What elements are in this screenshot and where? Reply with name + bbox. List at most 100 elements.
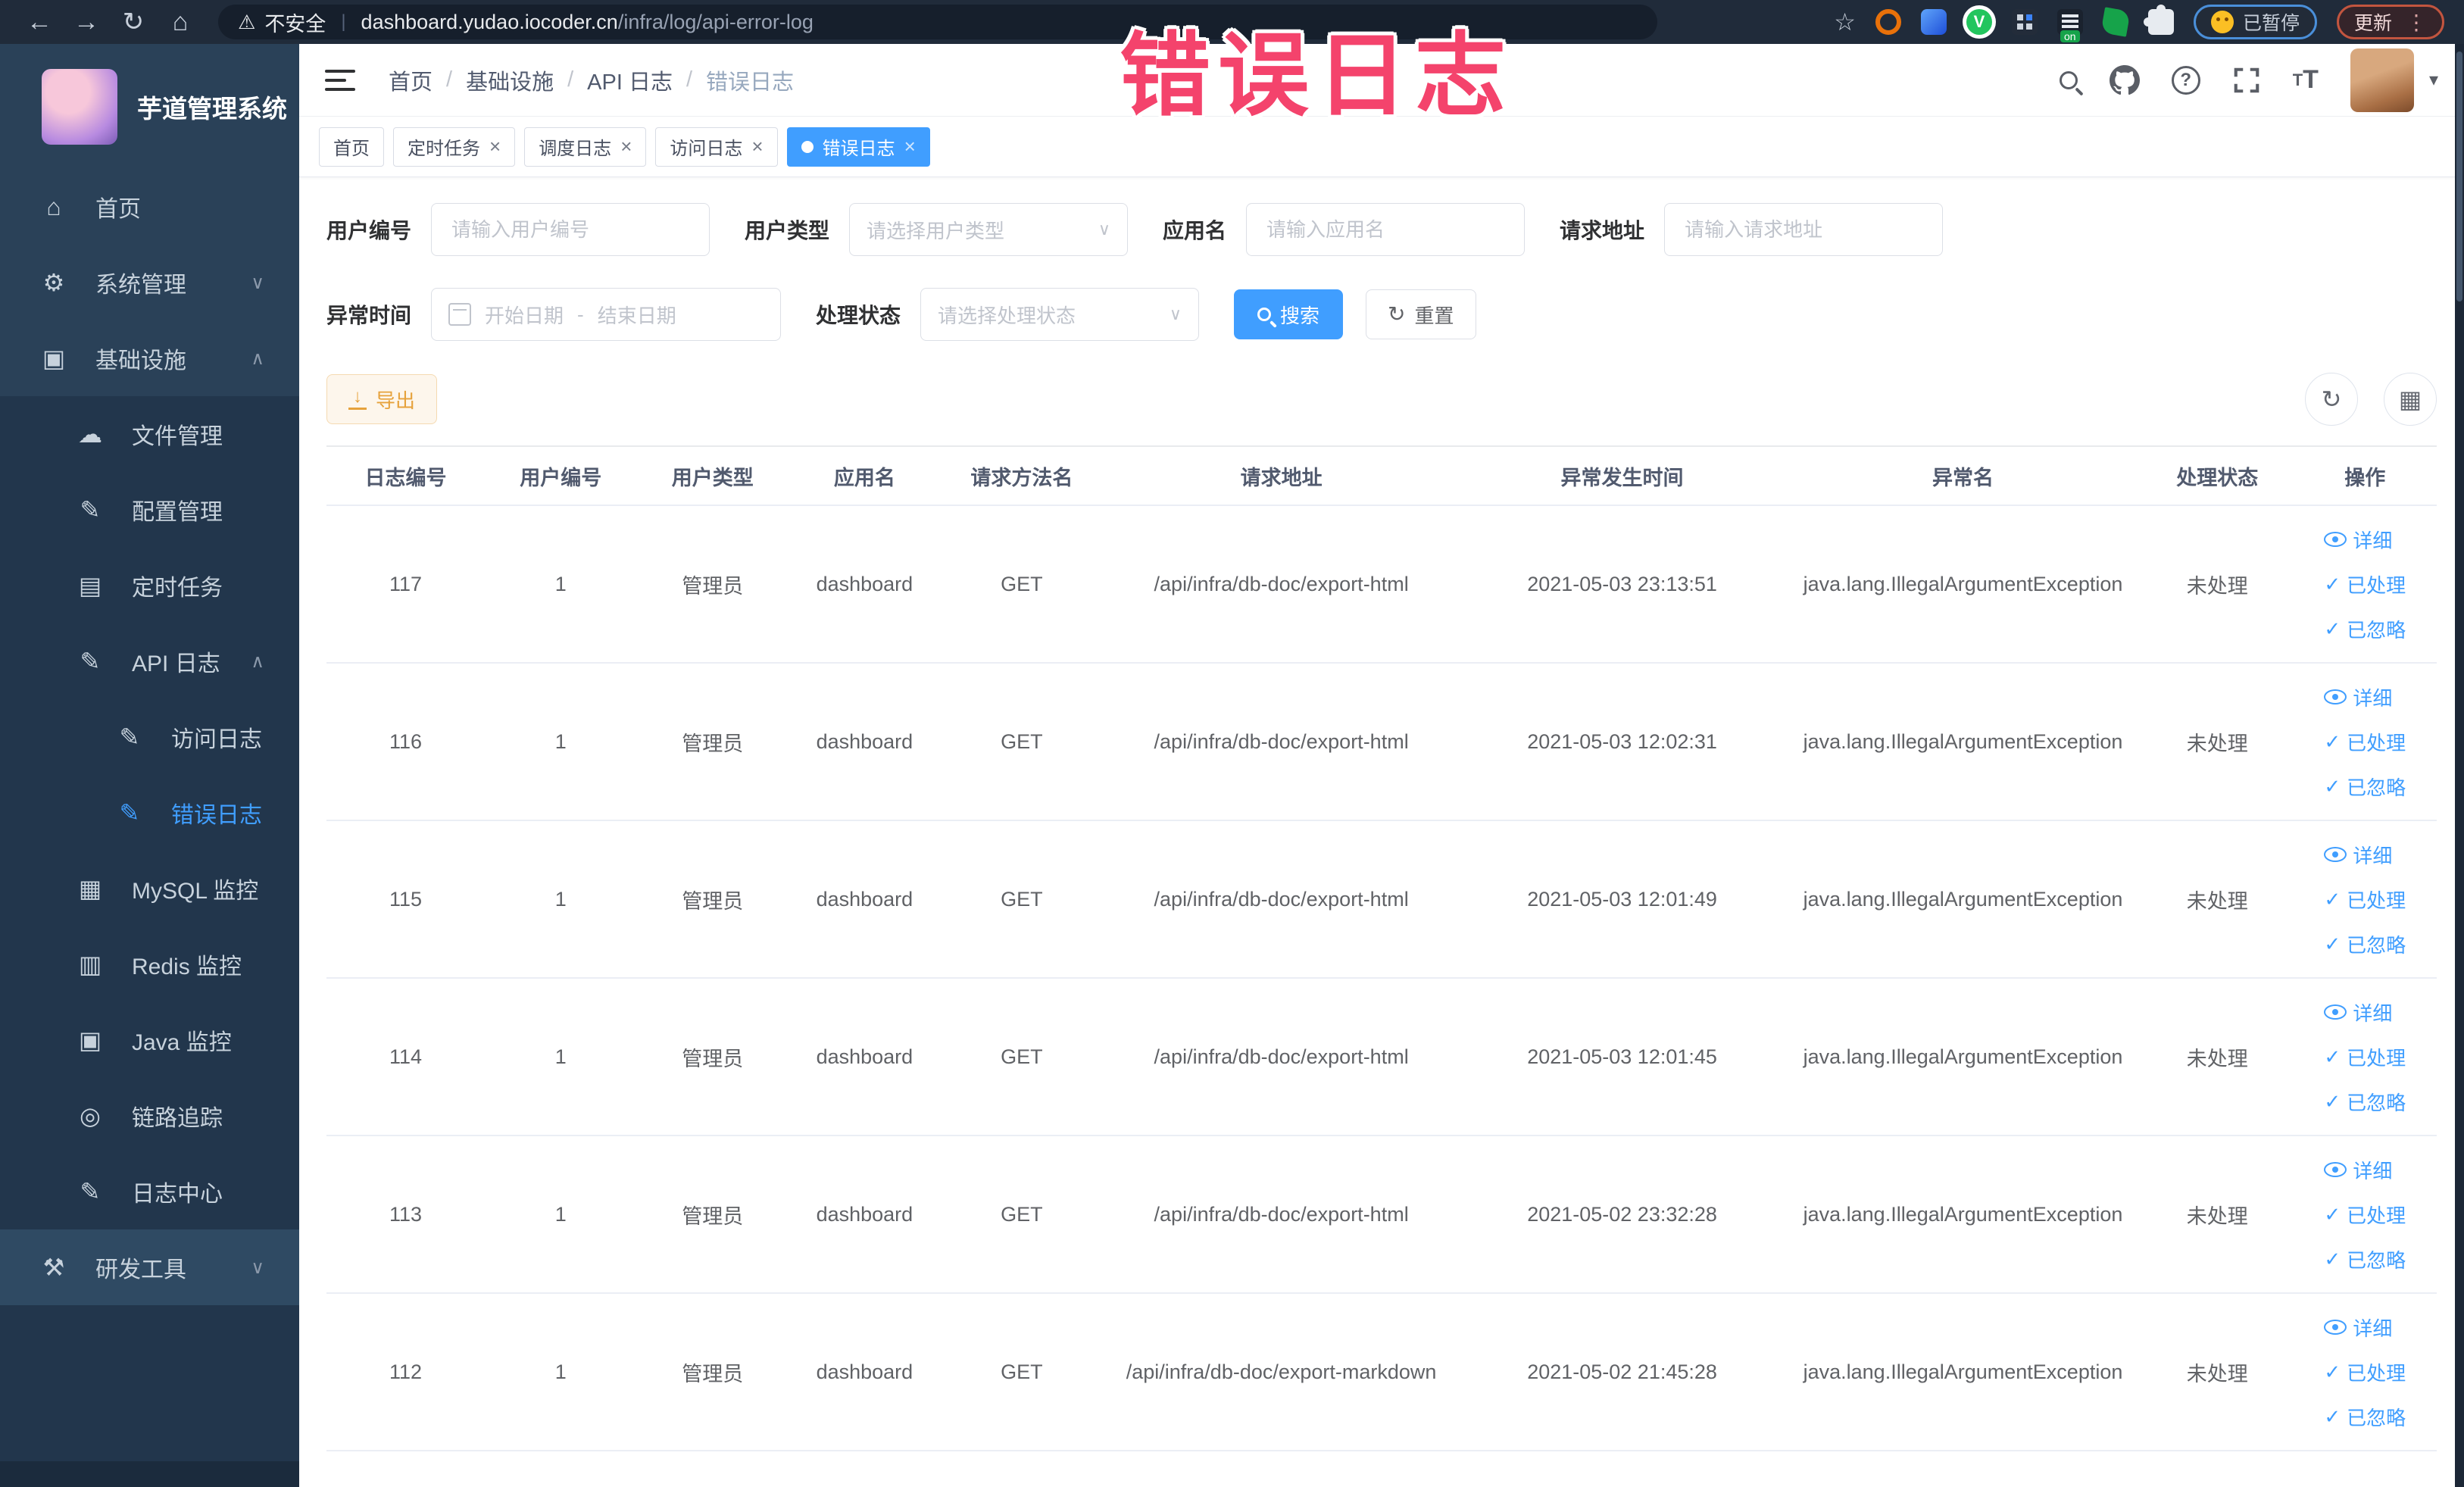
tab-label: 首页 <box>333 139 370 159</box>
close-icon[interactable]: × <box>489 135 501 158</box>
extensions-puzzle-icon[interactable] <box>2147 5 2174 35</box>
profile-paused-chip[interactable]: 已暂停 <box>2193 5 2317 39</box>
action-已处理[interactable]: ✓ 已处理 <box>2324 1358 2406 1386</box>
extension-orange-icon[interactable] <box>1875 9 1901 35</box>
browser-update-button[interactable]: 更新 ⋮ <box>2336 5 2444 39</box>
sidebar-item-error-log[interactable]: ✎ 错误日志 <box>0 775 299 851</box>
action-已忽略[interactable]: ✓ 已忽略 <box>2324 615 2406 643</box>
browser-menu-icon[interactable]: ⋮ <box>2406 10 2427 35</box>
request-url-input[interactable] <box>1664 203 1944 256</box>
sidebar-item-java[interactable]: ▣ Java 监控 <box>0 1002 299 1078</box>
extension-vue-icon[interactable]: V <box>1966 9 1992 35</box>
sidebar-item-mysql[interactable]: ▦ MySQL 监控 <box>0 851 299 926</box>
check-icon: ✓ <box>2324 1045 2341 1068</box>
action-已处理[interactable]: ✓ 已处理 <box>2324 728 2406 756</box>
action-已处理[interactable]: ✓ 已处理 <box>2324 1043 2406 1071</box>
eye-icon <box>2324 1162 2347 1177</box>
action-已忽略[interactable]: ✓ 已忽略 <box>2324 1088 2406 1116</box>
search-button[interactable]: 搜索 <box>1234 289 1344 339</box>
action-label: 详细 <box>2353 1001 2393 1025</box>
security-warning-icon[interactable]: ⚠ <box>238 11 255 34</box>
error-log-icon: ✎ <box>119 799 140 826</box>
address-bar[interactable]: ⚠ 不安全 | dashboard.yudao.iocoder.cn /infr… <box>218 5 1657 39</box>
close-icon[interactable]: × <box>751 135 763 158</box>
action-已忽略[interactable]: ✓ 已忽略 <box>2324 773 2406 801</box>
chevron-down-icon: ∨ <box>1169 305 1182 323</box>
export-button[interactable]: ↓ 导出 <box>326 374 438 424</box>
sidebar-item-redis[interactable]: ▥ Redis 监控 <box>0 926 299 1002</box>
exception-time-range-picker[interactable]: 开始日期 - 结束日期 <box>431 288 782 341</box>
tab-定时任务[interactable]: 定时任务 × <box>393 127 516 167</box>
check-icon: ✓ <box>2324 1248 2341 1270</box>
user-type-select[interactable]: 请选择用户类型 ∨ <box>849 203 1129 256</box>
user-avatar[interactable] <box>2350 48 2414 112</box>
action-详细[interactable]: 详细 <box>2324 998 2392 1026</box>
fullscreen-icon[interactable] <box>2232 62 2261 98</box>
app-name-input[interactable] <box>1246 203 1526 256</box>
sidebar-item-infra[interactable]: ▣ 基础设施 ∧ <box>0 320 299 396</box>
sidebar-item-api-log[interactable]: ✎ API 日志 ∧ <box>0 623 299 699</box>
sidebar-item-config[interactable]: ✎ 配置管理 <box>0 472 299 548</box>
browser-forward-icon[interactable]: → <box>67 5 106 39</box>
tab-错误日志[interactable]: 错误日志 × <box>786 127 930 167</box>
sidebar-logo-row[interactable]: 芋道管理系统 <box>0 44 299 169</box>
github-icon[interactable] <box>2109 62 2140 98</box>
action-label: 已忽略 <box>2347 1406 2406 1429</box>
action-已忽略[interactable]: ✓ 已忽略 <box>2324 1403 2406 1431</box>
bookmark-star-icon[interactable]: ☆ <box>1834 8 1856 36</box>
action-label: 已处理 <box>2347 573 2406 597</box>
extension-shield-icon[interactable] <box>1920 9 1947 35</box>
table-row: 115 1 管理员 dashboard GET/api/infra/db-doc/exp… <box>326 820 2437 979</box>
tab-首页[interactable]: 首页 <box>319 127 384 167</box>
browser-back-icon[interactable]: ← <box>20 5 59 39</box>
user-id-input[interactable] <box>431 203 710 256</box>
sidebar-item-log-center[interactable]: ✎ 日志中心 <box>0 1154 299 1229</box>
sidebar-item-job[interactable]: ▤ 定时任务 <box>0 548 299 623</box>
action-已处理[interactable]: ✓ 已处理 <box>2324 886 2406 914</box>
breadcrumb: 首页 / 基础设施 / API 日志 / 错误日志 <box>389 64 794 96</box>
hamburger-icon[interactable] <box>325 69 355 91</box>
chevron-down-icon[interactable]: ▾ <box>2429 69 2438 91</box>
sidebar-item-home[interactable]: ⌂ 首页 <box>0 169 299 245</box>
cell-log-id: 117 <box>326 505 485 664</box>
sidebar-item-file[interactable]: ☁ 文件管理 <box>0 396 299 472</box>
action-label: 已处理 <box>2347 1046 2406 1070</box>
breadcrumb-home[interactable]: 首页 <box>389 64 433 96</box>
breadcrumb-api-log[interactable]: API 日志 <box>587 64 673 96</box>
sidebar-item-access-log[interactable]: ✎ 访问日志 <box>0 699 299 775</box>
page-scrollbar[interactable] <box>2455 44 2464 1487</box>
sidebar-item-dev-tools[interactable]: ⚒ 研发工具 ∨ <box>0 1229 299 1305</box>
browser-toolbar: ← → ↻ ⌂ ⚠ 不安全 | dashboard.yudao.iocoder.… <box>0 0 2464 44</box>
action-已忽略[interactable]: ✓ 已忽略 <box>2324 1245 2406 1273</box>
app-logo <box>42 68 117 145</box>
tab-访问日志[interactable]: 访问日志 × <box>655 127 778 167</box>
action-详细[interactable]: 详细 <box>2324 526 2392 554</box>
process-status-select[interactable]: 请选择处理状态 ∨ <box>920 288 1200 341</box>
search-icon[interactable] <box>2059 62 2078 98</box>
help-icon[interactable]: ? <box>2171 65 2200 95</box>
font-size-icon[interactable]: TT <box>2293 62 2319 98</box>
extension-grid-icon[interactable] <box>2011 9 2038 35</box>
sidebar-item-system[interactable]: ⚙ 系统管理 ∨ <box>0 245 299 320</box>
tab-调度日志[interactable]: 调度日志 × <box>524 127 647 167</box>
action-详细[interactable]: 详细 <box>2324 683 2392 711</box>
sidebar-item-trace[interactable]: ◎ 链路追踪 <box>0 1078 299 1154</box>
close-icon[interactable]: × <box>904 135 916 158</box>
action-已处理[interactable]: ✓ 已处理 <box>2324 570 2406 598</box>
action-已处理[interactable]: ✓ 已处理 <box>2324 1201 2406 1229</box>
action-详细[interactable]: 详细 <box>2324 1314 2392 1342</box>
tab-label: 错误日志 <box>822 139 895 159</box>
breadcrumb-infra[interactable]: 基础设施 <box>466 64 554 96</box>
refresh-table-button[interactable]: ↻ <box>2305 373 2358 426</box>
column-settings-button[interactable]: ▦ <box>2384 373 2437 426</box>
sidebar-item-label: 文件管理 <box>132 424 223 449</box>
reset-button[interactable]: ↻ 重置 <box>1366 289 1476 339</box>
action-详细[interactable]: 详细 <box>2324 841 2392 869</box>
browser-reload-icon[interactable]: ↻ <box>114 5 153 39</box>
extension-switch-on-icon[interactable] <box>2056 9 2083 42</box>
action-详细[interactable]: 详细 <box>2324 1156 2392 1184</box>
extension-leaf-icon[interactable] <box>2100 7 2131 37</box>
action-已忽略[interactable]: ✓ 已忽略 <box>2324 930 2406 958</box>
close-icon[interactable]: × <box>620 135 632 158</box>
browser-home-icon[interactable]: ⌂ <box>161 5 200 39</box>
